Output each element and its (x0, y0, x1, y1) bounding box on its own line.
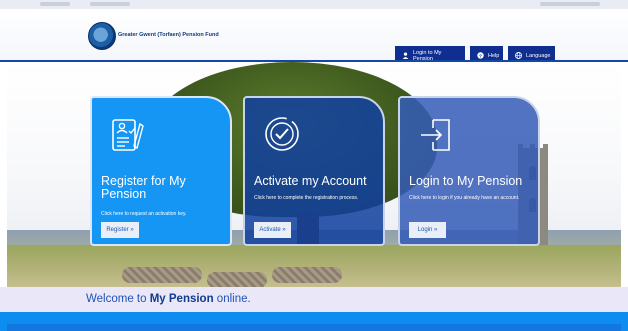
activate-title: Activate my Account (254, 174, 367, 188)
register-button[interactable]: Register » (101, 222, 139, 238)
register-card[interactable]: Register for My Pension Click here to re… (90, 96, 232, 246)
rocks (122, 267, 202, 283)
welcome-text: Welcome to My Pension online. (86, 293, 251, 305)
door-enter-icon (421, 119, 450, 151)
rocks (272, 267, 342, 283)
form-checklist-icon (112, 119, 144, 151)
login-button[interactable]: Login » (409, 222, 446, 238)
activate-button[interactable]: Activate » (254, 222, 291, 238)
language-nav-label: Language (526, 53, 551, 59)
ghost-bar (90, 2, 130, 6)
login-text: Click here to login if you already have … (409, 195, 520, 201)
login-title: Login to My Pension (409, 174, 523, 188)
activate-text: Click here to complete the registration … (254, 195, 359, 201)
browser-strip (0, 0, 628, 9)
rocks (207, 272, 267, 287)
welcome-suffix: online. (213, 293, 251, 305)
ghost-bar (40, 2, 70, 6)
welcome-strong: My Pension (149, 293, 214, 305)
activate-card[interactable]: Activate my Account Click here to comple… (243, 96, 385, 246)
help-nav-label: Help (488, 53, 500, 59)
check-circle-icon (265, 117, 299, 151)
org-name: Greater Gwent (Torfaen) Pension Fund (118, 32, 219, 38)
svg-text:?: ? (479, 53, 482, 59)
fund-logo[interactable] (88, 22, 116, 50)
ghost-bar (540, 2, 600, 6)
site-header: Greater Gwent (Torfaen) Pension Fund Log… (0, 9, 628, 66)
tower-crenel (543, 144, 548, 149)
login-card[interactable]: Login to My Pension Click here to login … (398, 96, 540, 246)
register-text: Click here to request an activation key. (101, 211, 187, 217)
register-title: Register for My Pension (101, 174, 186, 201)
footer-inner (7, 324, 621, 331)
welcome-banner: Welcome to My Pension online. (0, 287, 628, 312)
footer-bar (0, 312, 628, 331)
welcome-prefix: Welcome to (86, 293, 150, 305)
